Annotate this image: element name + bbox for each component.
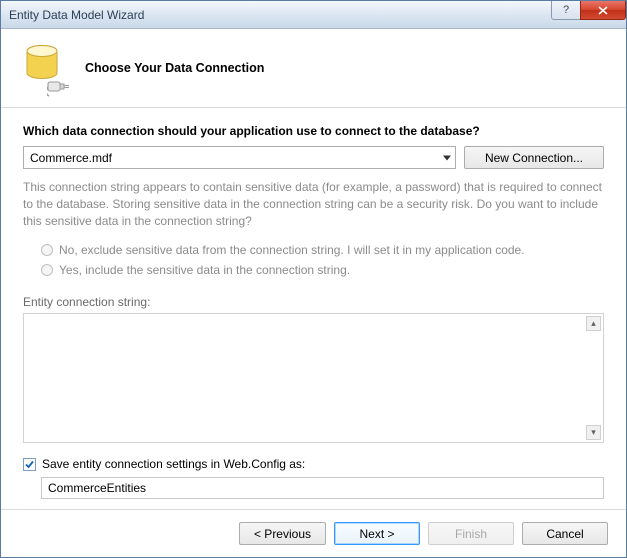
radio-exclude-label: No, exclude sensitive data from the conn…	[59, 243, 525, 257]
save-settings-row: Save entity connection settings in Web.C…	[23, 457, 604, 471]
radio-icon	[41, 264, 53, 276]
finish-button: Finish	[428, 522, 514, 545]
new-connection-button[interactable]: New Connection...	[464, 146, 604, 169]
config-name-input[interactable]	[41, 477, 604, 499]
entity-connection-string-box[interactable]: ▴ ▾	[23, 313, 604, 443]
cancel-button[interactable]: Cancel	[522, 522, 608, 545]
radio-exclude-sensitive: No, exclude sensitive data from the conn…	[41, 243, 604, 257]
radio-icon	[41, 244, 53, 256]
save-settings-label: Save entity connection settings in Web.C…	[42, 457, 305, 471]
window-title: Entity Data Model Wizard	[9, 8, 552, 22]
close-icon	[598, 6, 608, 15]
help-button[interactable]: ?	[551, 1, 581, 20]
sensitive-data-warning: This connection string appears to contai…	[23, 179, 604, 229]
chevron-down-icon	[443, 155, 451, 160]
connection-dropdown-value: Commerce.mdf	[30, 151, 112, 165]
connection-question: Which data connection should your applic…	[23, 124, 604, 138]
titlebar: Entity Data Model Wizard ?	[1, 1, 626, 29]
database-connection-icon	[23, 43, 67, 93]
help-icon: ?	[563, 4, 569, 16]
radio-include-label: Yes, include the sensitive data in the c…	[59, 263, 350, 277]
chevron-up-icon: ▴	[591, 318, 596, 329]
previous-button[interactable]: < Previous	[239, 522, 326, 545]
wizard-window: Entity Data Model Wizard ?	[0, 0, 627, 558]
entity-connection-string-label: Entity connection string:	[23, 295, 604, 309]
connection-dropdown[interactable]: Commerce.mdf	[23, 146, 456, 169]
scroll-down-button[interactable]: ▾	[586, 425, 601, 440]
next-button[interactable]: Next >	[334, 522, 420, 545]
save-settings-checkbox[interactable]	[23, 458, 36, 471]
sensitive-data-radio-group: No, exclude sensitive data from the conn…	[23, 237, 604, 283]
step-title: Choose Your Data Connection	[85, 61, 264, 75]
connection-row: Commerce.mdf New Connection...	[23, 146, 604, 169]
wizard-header: Choose Your Data Connection	[1, 29, 626, 108]
scroll-up-button[interactable]: ▴	[586, 316, 601, 331]
check-icon	[24, 459, 35, 470]
wizard-content: Which data connection should your applic…	[1, 108, 626, 509]
wizard-footer: < Previous Next > Finish Cancel	[1, 509, 626, 557]
close-button[interactable]	[580, 1, 626, 20]
chevron-down-icon: ▾	[591, 427, 596, 438]
titlebar-controls: ?	[552, 1, 626, 28]
radio-include-sensitive: Yes, include the sensitive data in the c…	[41, 263, 604, 277]
